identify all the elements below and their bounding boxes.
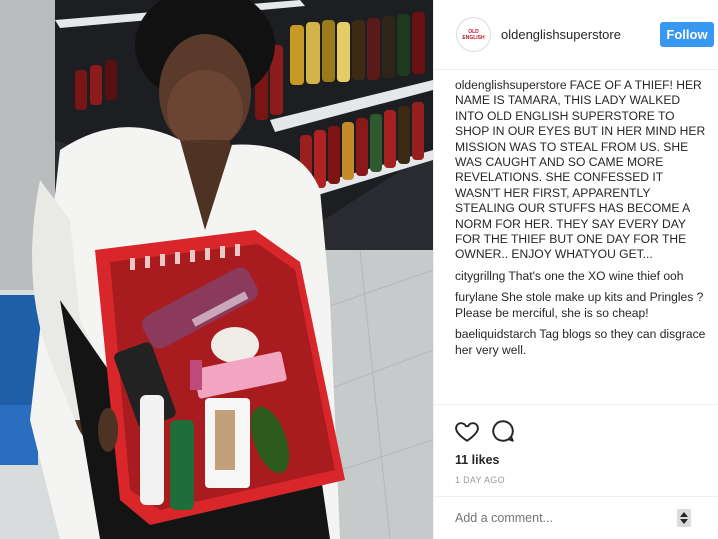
post-header: OLD ENGLISH oldenglishsuperstore Follow xyxy=(434,0,718,70)
comment-input[interactable] xyxy=(455,509,675,527)
post-photo xyxy=(0,0,433,539)
comment-item: baeliquidstarch Tag blogs so they can dis… xyxy=(455,327,711,358)
comment-username[interactable]: baeliquidstarch xyxy=(455,327,536,341)
heart-icon[interactable] xyxy=(454,418,480,444)
comment-text: That's one the XO wine thief ooh xyxy=(508,268,684,283)
post-photo-image xyxy=(0,0,433,539)
comment-username[interactable]: citygrillng xyxy=(455,269,505,283)
avatar-logo-line2: ENGLISH xyxy=(462,34,485,41)
caption-text: FACE OF A THIEF! HER NAME IS TAMARA, THI… xyxy=(455,78,706,262)
comments-list: oldenglishsuperstore FACE OF A THIEF! HER… xyxy=(455,78,711,404)
more-options-icon[interactable] xyxy=(677,509,691,527)
comment-item: citygrillng That's one the XO wine thief … xyxy=(455,269,711,284)
comment-username[interactable]: furylane xyxy=(455,290,498,304)
likes-count[interactable]: 11 likes xyxy=(455,453,500,467)
add-comment-bar xyxy=(434,496,718,539)
follow-button[interactable]: Follow xyxy=(660,22,714,47)
header-username[interactable]: oldenglishsuperstore xyxy=(501,27,621,42)
caption-username[interactable]: oldenglishsuperstore xyxy=(455,78,567,92)
post-timestamp: 1 DAY AGO xyxy=(455,475,505,485)
post-actions: 11 likes 1 DAY AGO xyxy=(434,404,718,504)
avatar-logo: OLD ENGLISH xyxy=(462,29,484,41)
avatar[interactable]: OLD ENGLISH xyxy=(456,17,491,52)
post-side-panel: OLD ENGLISH oldenglishsuperstore Follow … xyxy=(433,0,718,539)
comment-item: furylane She stole make up kits and Pring… xyxy=(455,290,711,321)
comment-icon[interactable] xyxy=(490,418,516,444)
caption: oldenglishsuperstore FACE OF A THIEF! HER… xyxy=(455,78,711,263)
